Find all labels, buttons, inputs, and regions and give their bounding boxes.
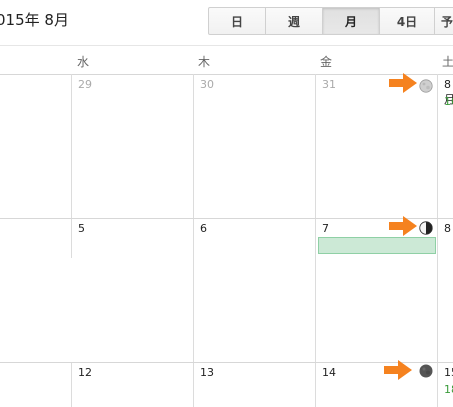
full-moon-icon (419, 364, 433, 378)
weekday-thu: 木 (198, 55, 211, 69)
weekday-header-divider (0, 74, 453, 75)
arrow-pointer-icon (389, 73, 417, 93)
column-divider (315, 74, 316, 407)
day-number[interactable]: 14 (322, 366, 336, 379)
event-bar[interactable] (318, 237, 436, 254)
day-number[interactable]: 6 (200, 222, 207, 235)
column-divider (71, 74, 72, 258)
column-divider (71, 362, 72, 407)
column-divider (193, 74, 194, 407)
week-view-button[interactable]: 週 (265, 7, 323, 35)
day-number[interactable]: 7 (322, 222, 329, 235)
column-divider (437, 74, 438, 407)
day-view-button[interactable]: 日 (208, 7, 266, 35)
week-divider (0, 218, 453, 219)
day-number[interactable]: 5 (78, 222, 85, 235)
month-view-button[interactable]: 月 (322, 7, 380, 35)
new-moon-icon (419, 79, 433, 93)
day-number[interactable]: 31 (322, 78, 336, 91)
day-number[interactable]: 12 (78, 366, 92, 379)
day-subtext: 10 (444, 95, 453, 108)
month-title: 015年 8月 (0, 11, 69, 29)
first-quarter-moon-icon (419, 221, 433, 235)
agenda-view-button[interactable]: 予 (434, 7, 453, 35)
four-day-view-button[interactable]: 4日 (379, 7, 435, 35)
view-switcher: 日 週 月 4日 予 (208, 7, 453, 35)
calendar-month-view: 015年 8月 日 週 月 4日 予 水 木 金 土 29 30 31 8 月 1… (0, 0, 453, 407)
day-number[interactable]: 15 (444, 366, 453, 379)
day-subtext: 18 (444, 383, 453, 396)
weekday-wed: 水 (77, 55, 90, 69)
weekday-fri: 金 (320, 55, 333, 69)
day-number[interactable]: 29 (78, 78, 92, 91)
day-number[interactable]: 30 (200, 78, 214, 91)
arrow-pointer-icon (389, 216, 417, 236)
day-number[interactable]: 13 (200, 366, 214, 379)
weekday-sat: 土 (442, 55, 453, 69)
header-divider (0, 45, 453, 46)
arrow-pointer-icon (384, 360, 412, 380)
day-number[interactable]: 8 (444, 222, 451, 235)
